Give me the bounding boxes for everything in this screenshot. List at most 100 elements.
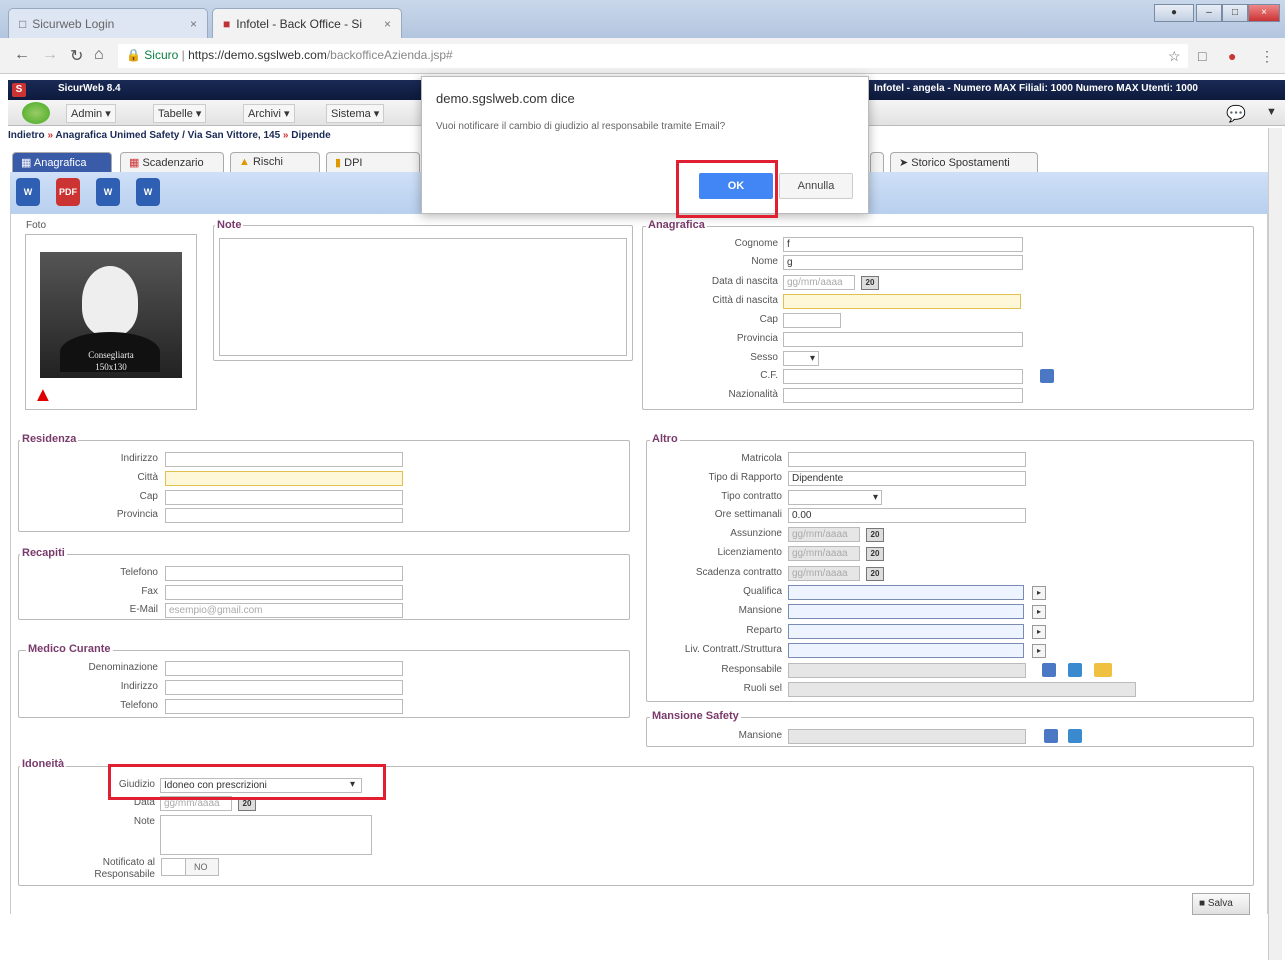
provincia-input[interactable] (783, 332, 1023, 347)
home-icon[interactable]: ⌂ (94, 46, 104, 64)
calendar-button[interactable]: 20 (866, 567, 884, 581)
address-bar[interactable]: 🔒 Sicuro | https://demo.sgslweb.com/back… (118, 44, 1188, 68)
licenziamento-input[interactable]: gg/mm/aaaa (788, 546, 860, 561)
edit-icon[interactable] (1042, 663, 1056, 677)
breadcrumb-dipendente[interactable]: Dipende (291, 130, 330, 141)
avatar: Consegliarta 150x130 (40, 252, 182, 378)
upload-arrow-icon[interactable]: ▲ (33, 384, 53, 407)
close-icon[interactable]: × (384, 17, 391, 31)
cancel-button[interactable]: Annulla (779, 173, 853, 199)
word-export-button-3[interactable]: W (136, 178, 160, 206)
minimize-icon[interactable]: – (1196, 4, 1222, 22)
note-textarea[interactable] (219, 238, 627, 356)
residenza-citta-input[interactable] (165, 471, 403, 486)
browser-tab-backoffice[interactable]: ■ Infotel - Back Office - Si × (212, 8, 402, 38)
telefono-input[interactable] (165, 566, 403, 581)
livello-input[interactable] (788, 643, 1024, 658)
page-scrollbar[interactable] (1268, 128, 1282, 960)
pdf-export-button[interactable]: PDF (56, 178, 80, 206)
responsabile-input[interactable] (788, 663, 1026, 678)
tab-dpi[interactable]: ▮ DPI (326, 152, 420, 172)
mansione-input[interactable] (788, 604, 1024, 619)
assunzione-input[interactable]: gg/mm/aaaa (788, 527, 860, 542)
medico-telefono-label: Telefono (120, 700, 158, 711)
cognome-input[interactable]: f (783, 237, 1023, 252)
notificato-toggle[interactable]: NO (161, 858, 219, 876)
responsabile-label: Responsabile (721, 664, 782, 675)
delete-icon[interactable] (1068, 729, 1082, 743)
idoneita-legend: Idoneità (20, 758, 67, 770)
tab-scadenzario[interactable]: ▦ Scadenzario (120, 152, 224, 172)
nazionalita-input[interactable] (783, 388, 1023, 403)
residenza-indirizzo-input[interactable] (165, 452, 403, 467)
menu-admin[interactable]: Admin ▾ (66, 104, 116, 123)
menu-archivi[interactable]: Archivi ▾ (243, 104, 295, 123)
livello-select-button[interactable]: ▸ (1032, 644, 1046, 658)
calendar-button[interactable]: 20 (866, 528, 884, 542)
ore-input[interactable]: 0.00 (788, 508, 1026, 523)
scadenza-contratto-input[interactable]: gg/mm/aaaa (788, 566, 860, 581)
breadcrumb-back[interactable]: Indietro (8, 130, 45, 141)
email-input[interactable]: esempio@gmail.com (165, 603, 403, 618)
tab-rischi[interactable]: ▲ Rischi (230, 152, 320, 172)
breadcrumb-anagrafica[interactable]: Anagrafica Unimed Safety / Via San Vitto… (55, 130, 280, 141)
residenza-legend: Residenza (20, 433, 79, 445)
word-export-button-2[interactable]: W (96, 178, 120, 206)
menu-tabelle[interactable]: Tabelle ▾ (153, 104, 207, 123)
denominazione-input[interactable] (165, 661, 403, 676)
cap-input[interactable] (783, 313, 841, 328)
delete-icon[interactable] (1068, 663, 1082, 677)
ruoli-input[interactable] (788, 682, 1136, 697)
nome-input[interactable]: g (783, 255, 1023, 270)
calendar-button[interactable]: 20 (861, 276, 879, 290)
word-export-button[interactable]: W (16, 178, 40, 206)
email-icon[interactable] (1094, 663, 1112, 677)
tipo-contratto-select[interactable]: ▾ (788, 490, 882, 505)
qualifica-select-button[interactable]: ▸ (1032, 586, 1046, 600)
shield-icon[interactable]: ● (1228, 48, 1236, 64)
tab-hidden[interactable] (870, 152, 884, 172)
reparto-input[interactable] (788, 624, 1024, 639)
back-arrow-icon[interactable]: ← (14, 46, 30, 64)
window-close-icon[interactable]: × (1248, 4, 1280, 22)
citta-nascita-input[interactable] (783, 294, 1021, 309)
dropdown-arrow-icon[interactable]: ▼ (1266, 106, 1277, 118)
save-button[interactable]: ■ Salva (1192, 893, 1250, 915)
bookmark-star-icon[interactable]: ☆ (1168, 48, 1181, 65)
residenza-cap-input[interactable] (165, 490, 403, 505)
tab-anagrafica[interactable]: ▦ Anagrafica (12, 152, 112, 172)
reload-icon[interactable]: ↻ (70, 46, 83, 66)
close-icon[interactable]: × (190, 17, 197, 31)
chat-icon[interactable]: 💬 (1226, 104, 1246, 124)
reparto-select-button[interactable]: ▸ (1032, 625, 1046, 639)
edit-icon[interactable] (1044, 729, 1058, 743)
menu-dots-icon[interactable]: ⋮ (1260, 48, 1274, 65)
cf-input[interactable] (783, 369, 1023, 384)
mansione-select-button[interactable]: ▸ (1032, 605, 1046, 619)
medico-telefono-input[interactable] (165, 699, 403, 714)
extension-icon[interactable]: □ (1198, 48, 1206, 64)
medico-indirizzo-input[interactable] (165, 680, 403, 695)
forward-arrow-icon[interactable]: → (42, 46, 58, 64)
tab-storico-spostamenti[interactable]: ➤ Storico Spostamenti (890, 152, 1038, 172)
user-avatar[interactable] (22, 102, 50, 124)
idoneita-note-textarea[interactable] (160, 815, 372, 855)
residenza-provincia-input[interactable] (165, 508, 403, 523)
matricola-input[interactable] (788, 452, 1026, 467)
mansione-safety-input[interactable] (788, 729, 1026, 744)
avatar-caption-1: Consegliarta (88, 350, 134, 360)
sesso-select[interactable]: ▾ (783, 351, 819, 366)
notificato-label-2: Responsabile (94, 869, 155, 880)
fax-input[interactable] (165, 585, 403, 600)
qualifica-input[interactable] (788, 585, 1024, 600)
calendar-button[interactable]: 20 (866, 547, 884, 561)
tipo-rapporto-input[interactable]: Dipendente (788, 471, 1026, 486)
maximize-icon[interactable]: □ (1222, 4, 1248, 22)
cognome-label: Cognome (734, 238, 778, 249)
menu-sistema[interactable]: Sistema ▾ (326, 104, 385, 123)
edit-icon[interactable] (1040, 369, 1054, 383)
window-user-icon[interactable]: ● (1154, 4, 1194, 22)
data-nascita-input[interactable]: gg/mm/aaaa (783, 275, 855, 290)
browser-tab-login[interactable]: □ Sicurweb Login × (8, 8, 208, 38)
ore-label: Ore settimanali (714, 509, 782, 520)
